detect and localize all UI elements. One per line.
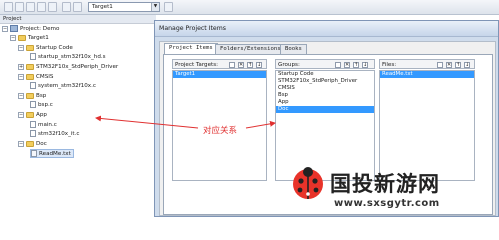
watermark: 国投新游网 www.sxsgytr.com <box>290 165 499 217</box>
screenshot-stage: Target1 ▼ Project − Project: Demo − Target… <box>0 0 499 217</box>
annotation-label: 对应关系 <box>203 126 238 136</box>
ladybug-logo-icon <box>293 167 323 199</box>
watermark-url: www.sxsgytr.com <box>334 198 440 209</box>
arrow-to-groups-list <box>245 120 276 129</box>
arrow-to-bsp-file <box>95 115 199 129</box>
watermark-name: 国投新游网 <box>330 172 440 196</box>
